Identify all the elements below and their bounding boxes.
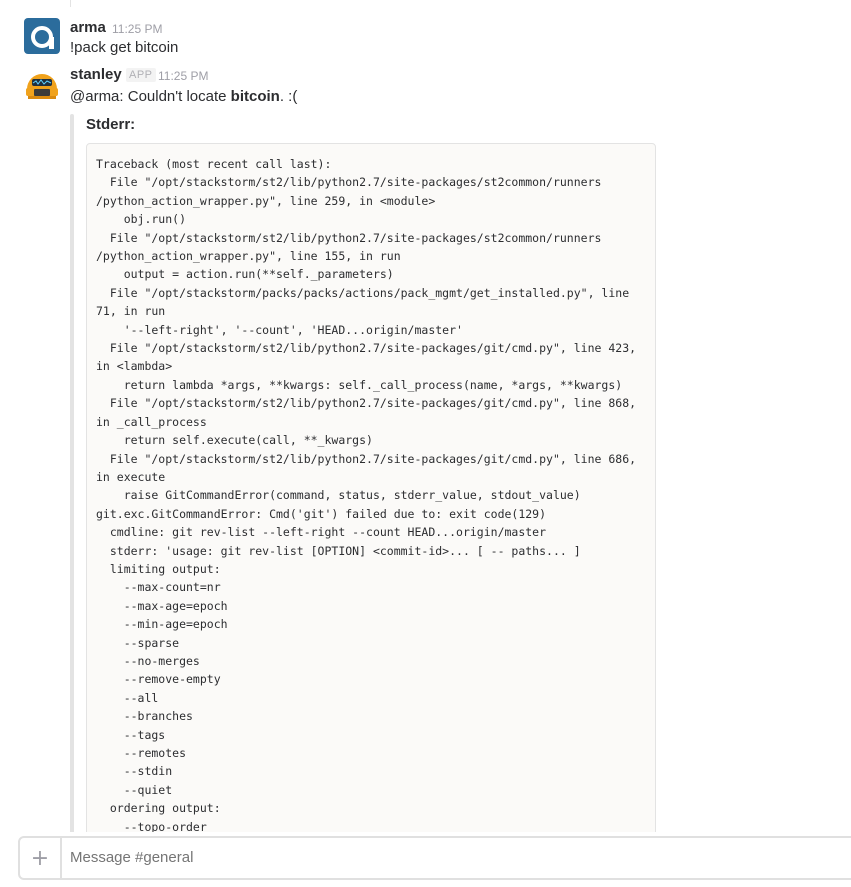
code-line: return self.execute(call, **_kwargs) [96, 433, 373, 448]
code-line: --branches [96, 709, 193, 724]
code-line: raise GitCommandError(command, status, s… [96, 488, 581, 503]
user-mention[interactable]: @arma [70, 88, 119, 105]
code-line: File "/opt/stackstorm/st2/lib/python2.7/… [96, 230, 602, 245]
code-line: in execute [96, 469, 166, 484]
stanley-bot-icon[interactable] [24, 67, 60, 103]
code-line: in _call_process [96, 414, 207, 429]
code-line: obj.run() [96, 212, 187, 227]
code-line: /python_action_wrapper.py", line 259, in… [96, 193, 436, 208]
code-line: --sparse [96, 635, 180, 650]
code-line: File "/opt/stackstorm/st2/lib/python2.7/… [96, 341, 637, 356]
attachment-bar [70, 114, 74, 844]
code-line: git.exc.GitCommandError: Cmd('git') fail… [96, 506, 547, 521]
message-text-part: : Couldn't locate [119, 88, 231, 105]
code-line: --remotes [96, 746, 187, 760]
code-line: /python_action_wrapper.py", line 155, in… [96, 249, 401, 264]
code-line: --min-age=epoch [96, 617, 228, 632]
code-line: --max-count=nr [96, 580, 221, 595]
code-line: --stdin [96, 764, 173, 779]
message-username[interactable]: stanley [70, 66, 122, 83]
message-text: !pack get bitcoin [70, 39, 179, 56]
message-username[interactable]: arma [70, 19, 106, 36]
code-line: File "/opt/stackstorm/st2/lib/python2.7/… [96, 175, 602, 190]
code-line: --all [96, 690, 159, 705]
code-line: '--left-right', '--count', 'HEAD...origi… [96, 322, 463, 337]
code-line: stderr: 'usage: git rev-list [OPTION] <c… [96, 543, 581, 558]
code-block: Traceback (most recent call last): File … [86, 143, 656, 853]
message-text: @arma: Couldn't locate bitcoin. :( [70, 88, 297, 105]
code-line: File "/opt/stackstorm/st2/lib/python2.7/… [96, 396, 637, 411]
code-lines: Traceback (most recent call last): File … [96, 155, 636, 836]
code-line: limiting output: [96, 561, 221, 576]
message-text-part: . :( [279, 88, 298, 105]
message-composer: + [18, 836, 851, 880]
code-line: File "/opt/stackstorm/st2/lib/python2.7/… [96, 451, 637, 466]
code-line: in <lambda> [96, 359, 173, 374]
code-line: output = action.run(**self._parameters) [96, 267, 394, 282]
arma-logo-icon[interactable] [24, 18, 60, 54]
code-line: --remove-empty [96, 672, 221, 687]
code-line: Traceback (most recent call last): [96, 157, 332, 171]
message-bold-text: bitcoin [230, 88, 280, 105]
code-line: ordering output: [96, 801, 221, 816]
attachment-title: Stderr: [86, 116, 136, 133]
previous-message-edge [70, 0, 79, 7]
code-line: return lambda *args, **kwargs: self._cal… [96, 377, 623, 392]
message-timestamp[interactable]: 11:25 PM [112, 22, 162, 36]
message-timestamp[interactable]: 11:25 PM [158, 69, 208, 83]
plus-icon[interactable]: + [20, 838, 62, 878]
app-badge: APP [126, 68, 156, 82]
code-line: --tags [96, 727, 166, 742]
code-line: File "/opt/stackstorm/packs/packs/action… [96, 285, 630, 300]
code-line: cmdline: git rev-list --left-right --cou… [96, 525, 547, 540]
code-line: --max-age=epoch [96, 598, 228, 613]
code-line: 71, in run [96, 304, 166, 319]
code-line: --no-merges [96, 653, 200, 668]
code-line: --quiet [96, 782, 173, 797]
message-input[interactable] [70, 849, 770, 866]
